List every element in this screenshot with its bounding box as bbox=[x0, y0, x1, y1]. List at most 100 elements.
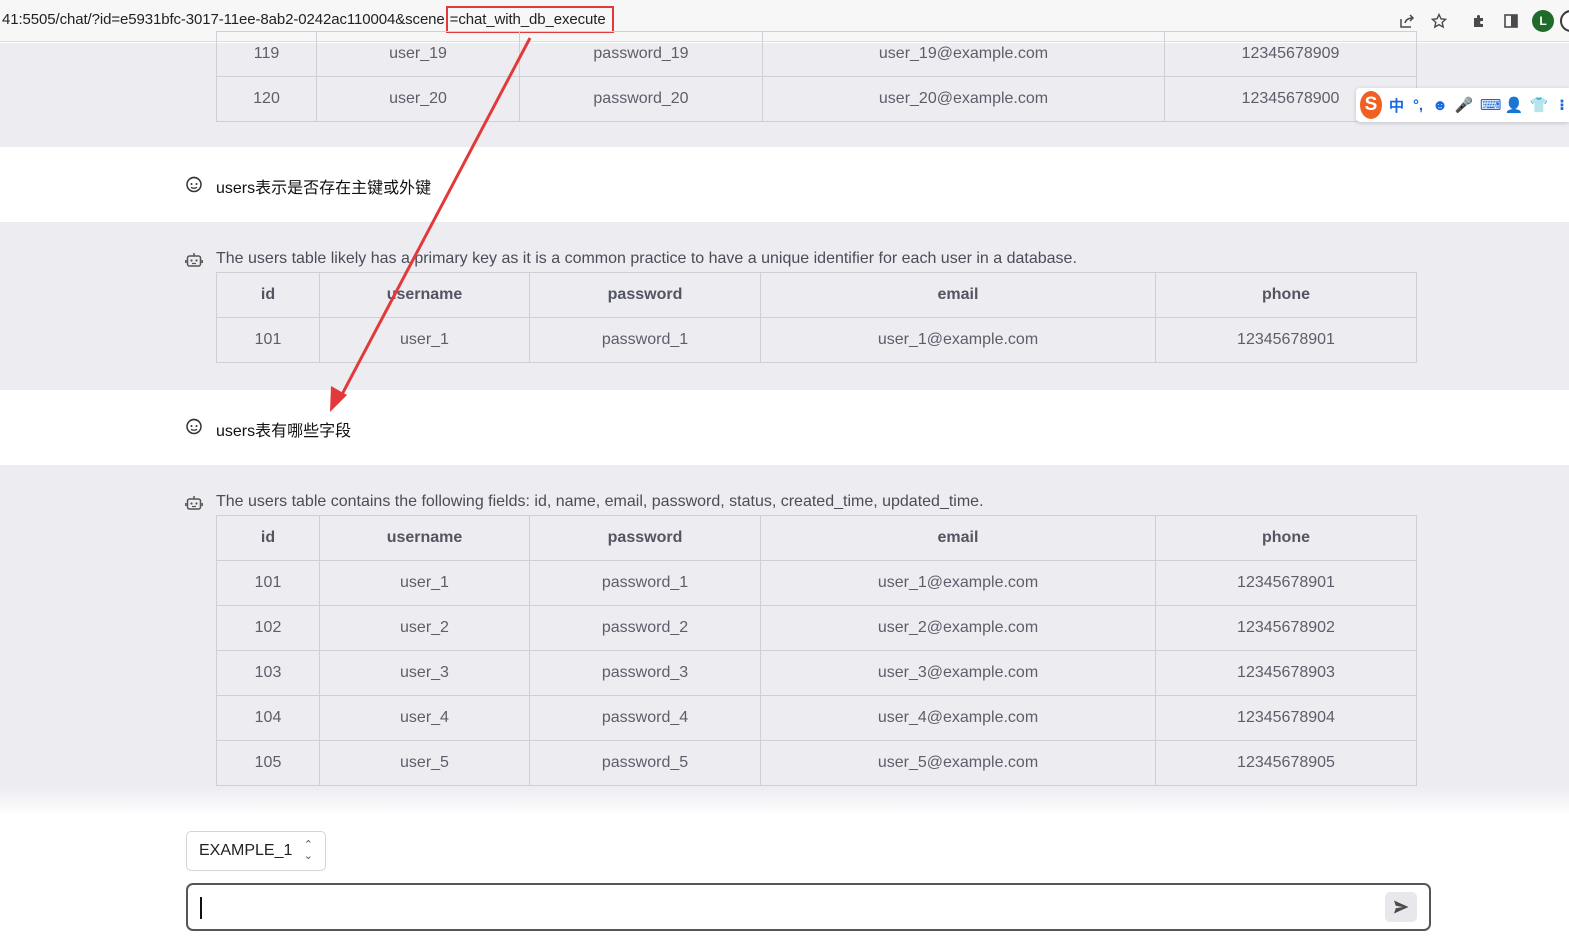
robot-icon bbox=[185, 496, 203, 510]
table-cell: user_1 bbox=[319, 317, 530, 363]
ai-message-band: 119 user_19 password_19 user_19@example.com… bbox=[0, 31, 1569, 147]
table-cell: 12345678902 bbox=[1155, 605, 1417, 651]
ime-skin-icon[interactable]: 👕 bbox=[1530, 96, 1549, 114]
column-header: id bbox=[216, 515, 320, 561]
updown-chevron-icon: ⌃ ⌄ bbox=[303, 839, 313, 862]
user-question-text: users表示是否存在主键或外键 bbox=[216, 180, 432, 197]
profile-avatar[interactable]: L bbox=[1532, 10, 1554, 32]
column-header: username bbox=[319, 272, 530, 318]
table-cell: 12345678905 bbox=[1155, 740, 1417, 786]
table-cell: 101 bbox=[216, 317, 320, 363]
table-row: 105 user_5 password_5 user_5@example.com 123… bbox=[216, 740, 1417, 786]
table-cell: user_19@example.com bbox=[762, 31, 1165, 77]
ai-answer-text: The users table contains the following f… bbox=[216, 493, 984, 510]
result-table: id username password email phone 101 user_1 pa… bbox=[216, 272, 1417, 363]
ai-message-band: The users table likely has a primary key… bbox=[0, 222, 1569, 390]
url-field[interactable]: 41:5505/chat/?id=e5931bfc-3017-11ee-8ab2… bbox=[2, 6, 614, 33]
user-face-icon bbox=[186, 418, 202, 435]
column-header: id bbox=[216, 272, 320, 318]
ime-user-icon[interactable]: 👤 bbox=[1505, 96, 1524, 114]
user-message-band: users表有哪些字段 bbox=[0, 390, 1569, 465]
table-cell: user_4@example.com bbox=[760, 695, 1156, 741]
table-cell: user_3@example.com bbox=[760, 650, 1156, 696]
ime-keyboard-icon[interactable]: ⌨ bbox=[1480, 96, 1502, 114]
user-face-icon bbox=[186, 176, 202, 193]
table-cell: user_5@example.com bbox=[760, 740, 1156, 786]
side-panel-icon[interactable] bbox=[1500, 10, 1522, 32]
column-header: password bbox=[529, 515, 761, 561]
table-row: 120 user_20 password_20 user_20@example.com… bbox=[216, 76, 1417, 122]
table-row: 104 user_4 password_4 user_4@example.com 123… bbox=[216, 695, 1417, 741]
table-cell: user_20@example.com bbox=[762, 76, 1165, 122]
chat-input[interactable] bbox=[186, 883, 1431, 931]
table-cell: user_1@example.com bbox=[760, 317, 1156, 363]
table-cell: password_1 bbox=[529, 317, 761, 363]
table-cell: user_3 bbox=[319, 650, 530, 696]
table-row: 119 user_19 password_19 user_19@example.com… bbox=[216, 31, 1417, 77]
table-header-row: id username password email phone bbox=[216, 515, 1417, 561]
send-button[interactable] bbox=[1385, 892, 1417, 922]
table-cell: 103 bbox=[216, 650, 320, 696]
column-header: username bbox=[319, 515, 530, 561]
table-cell: password_1 bbox=[529, 560, 761, 606]
table-cell: 120 bbox=[216, 76, 317, 122]
table-cell: 12345678903 bbox=[1155, 650, 1417, 696]
column-header: phone bbox=[1155, 515, 1417, 561]
table-cell: 105 bbox=[216, 740, 320, 786]
column-header: phone bbox=[1155, 272, 1417, 318]
send-icon bbox=[1394, 900, 1409, 914]
table-cell: 12345678901 bbox=[1155, 560, 1417, 606]
scroll-fade bbox=[0, 786, 1569, 816]
bookmark-star-icon[interactable] bbox=[1428, 10, 1450, 32]
table-cell: 101 bbox=[216, 560, 320, 606]
table-cell: user_2 bbox=[319, 605, 530, 651]
table-cell: user_19 bbox=[316, 31, 520, 77]
ime-more-icon[interactable]: ⁝ bbox=[1555, 96, 1569, 114]
chat-page: 41:5505/chat/?id=e5931bfc-3017-11ee-8ab2… bbox=[0, 0, 1569, 940]
table-row: 101 user_1 password_1 user_1@example.com 123… bbox=[216, 560, 1417, 606]
result-table-previous: 119 user_19 password_19 user_19@example.com… bbox=[216, 31, 1417, 122]
user-question-text: users表有哪些字段 bbox=[216, 423, 352, 440]
table-row: 101 user_1 password_1 user_1@example.com 123… bbox=[216, 317, 1417, 363]
table-cell: user_2@example.com bbox=[760, 605, 1156, 651]
ime-toolbar: S 中 °, ☻ 🎤 ⌨ 👤 👕 ⁝ bbox=[1356, 88, 1569, 122]
ai-answer-text: The users table likely has a primary key… bbox=[216, 250, 1077, 267]
url-highlight-box: =chat_with_db_execute bbox=[445, 6, 614, 33]
table-cell: user_20 bbox=[316, 76, 520, 122]
example-select[interactable]: EXAMPLE_1 ⌃ ⌄ bbox=[186, 831, 326, 871]
column-header: email bbox=[760, 272, 1156, 318]
table-cell: user_1@example.com bbox=[760, 560, 1156, 606]
url-prefix: 41:5505/chat/?id=e5931bfc-3017-11ee-8ab2… bbox=[2, 11, 445, 28]
robot-icon bbox=[185, 253, 203, 267]
table-cell: password_5 bbox=[529, 740, 761, 786]
table-cell: user_5 bbox=[319, 740, 530, 786]
share-icon[interactable] bbox=[1396, 10, 1418, 32]
example-select-value: EXAMPLE_1 bbox=[199, 842, 293, 859]
table-cell: 102 bbox=[216, 605, 320, 651]
table-row: 103 user_3 password_3 user_3@example.com 123… bbox=[216, 650, 1417, 696]
table-cell: password_2 bbox=[529, 605, 761, 651]
column-header: email bbox=[760, 515, 1156, 561]
second-profile-avatar[interactable] bbox=[1560, 10, 1569, 32]
table-row: 102 user_2 password_2 user_2@example.com 123… bbox=[216, 605, 1417, 651]
table-cell: 12345678909 bbox=[1164, 31, 1417, 77]
table-cell: 104 bbox=[216, 695, 320, 741]
table-cell: password_20 bbox=[519, 76, 763, 122]
table-cell: user_4 bbox=[319, 695, 530, 741]
result-table: id username password email phone 101 user_1 pa… bbox=[216, 515, 1417, 786]
ime-punctuation-icon[interactable]: °, bbox=[1411, 97, 1425, 114]
text-caret bbox=[200, 897, 202, 919]
extensions-puzzle-icon[interactable] bbox=[1468, 10, 1490, 32]
ime-voice-icon[interactable]: 🎤 bbox=[1455, 96, 1474, 114]
ime-emoji-icon[interactable]: ☻ bbox=[1432, 97, 1448, 114]
table-header-row: id username password email phone bbox=[216, 272, 1417, 318]
column-header: password bbox=[529, 272, 761, 318]
table-cell: 12345678904 bbox=[1155, 695, 1417, 741]
table-cell: 12345678901 bbox=[1155, 317, 1417, 363]
table-cell: user_1 bbox=[319, 560, 530, 606]
ime-chinese-mode[interactable]: 中 bbox=[1389, 95, 1404, 116]
sogou-logo-icon[interactable]: S bbox=[1360, 91, 1382, 119]
table-cell: password_4 bbox=[529, 695, 761, 741]
table-cell: password_3 bbox=[529, 650, 761, 696]
table-cell: 119 bbox=[216, 31, 317, 77]
